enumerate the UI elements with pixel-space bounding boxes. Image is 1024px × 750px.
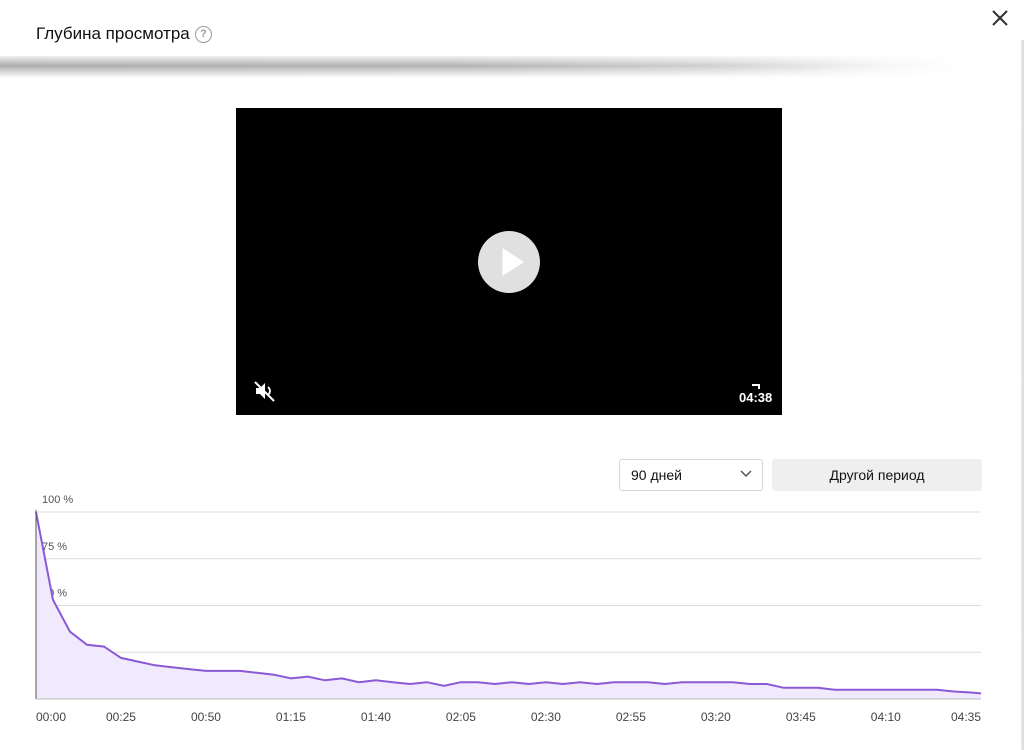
other-period-button[interactable]: Другой период [772,459,982,491]
series-line [35,511,982,695]
chevron-down-icon [740,470,752,478]
x-tick-label: 00:25 [106,710,136,724]
period-select-value: 90 дней [631,467,682,483]
x-tick-label: 02:30 [531,710,561,724]
x-tick-label: 03:20 [701,710,731,724]
video-duration: 04:38 [739,390,773,405]
period-select[interactable]: 90 дней [619,459,763,491]
duration-marker [752,384,760,389]
muted-speaker-icon[interactable] [254,380,278,402]
x-tick-label: 04:35 [951,710,981,724]
help-icon[interactable]: ? [195,26,212,43]
x-tick-label: 03:45 [786,710,816,724]
x-tick-label: 02:05 [446,710,476,724]
y-tick-label: 100 % [42,494,73,506]
play-button[interactable] [478,231,540,293]
x-tick-label: 00:00 [36,710,66,724]
header-shadow-divider [0,56,1024,78]
x-tick-label: 00:50 [191,710,221,724]
y-tick-label: 75 % [42,541,67,553]
x-tick-label: 01:40 [361,710,391,724]
close-icon[interactable] [986,4,1014,32]
video-player[interactable]: 04:38 [236,108,782,415]
play-icon [502,248,524,276]
x-tick-label: 04:10 [871,710,901,724]
dialog-title: Глубина просмотра [36,24,190,43]
x-tick-label: 02:55 [616,710,646,724]
view-depth-chart: 100 %75 %50 %25 %0 %00:0000:2500:5001:15… [35,494,982,724]
x-tick-label: 01:15 [276,710,306,724]
dialog-header: Глубина просмотра ? [0,0,1024,62]
